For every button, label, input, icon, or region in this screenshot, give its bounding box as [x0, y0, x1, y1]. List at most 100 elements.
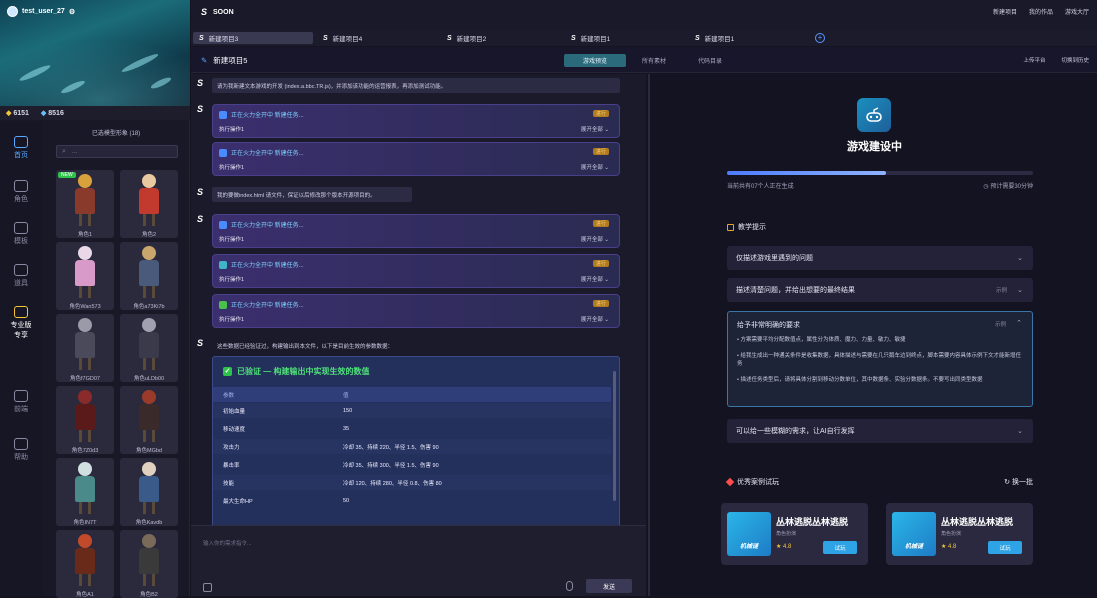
result-table: ✓ 已验证 — 构建输出中实现生效的数值 参数 值 初始血量 150 移动速度 35 攻… [212, 356, 620, 532]
new-badge: NEW [58, 172, 76, 178]
expand-link[interactable]: 展开全部 ⌄ [581, 125, 609, 133]
nav-item-props[interactable]: 道具 [0, 264, 42, 288]
tab-game-preview[interactable]: 游戏预览 [564, 54, 626, 67]
table-cell: 最大生命HP [223, 498, 253, 505]
task-card[interactable]: 正在火力全开中 新建任务... 进行 执行操作1 展开全部 ⌄ [212, 254, 620, 288]
my-works-link[interactable]: 我的作品 [1029, 7, 1053, 16]
frontend-icon [14, 390, 28, 402]
tab-project[interactable]: S 新建项目1 [689, 32, 809, 44]
tip-accordion[interactable]: 可以给一些模糊的需求，让AI自行发挥 ⌄ [727, 419, 1033, 443]
character-head [78, 534, 92, 548]
character-card[interactable] [56, 386, 114, 454]
panel-divider[interactable] [648, 74, 650, 596]
feather-decoration [149, 75, 173, 91]
table-cell: 35 [343, 425, 350, 432]
profile-banner: test_user_27 ⚙ [0, 0, 190, 106]
character-head [142, 174, 156, 188]
tab-project[interactable]: S 新建项目3 [193, 32, 313, 44]
nav-item-home[interactable]: 首页 [0, 136, 42, 160]
tip-accordion-open[interactable]: 给予非常明确的要求 示例 ⌃ • 方案需要平均分配数值点，属性分为体质、魔力、力… [727, 311, 1033, 407]
tab-project[interactable]: S 新建项目2 [441, 32, 561, 44]
nav-item-template[interactable]: 模板 [0, 222, 42, 246]
upload-button[interactable]: 上传平台 [1023, 56, 1045, 64]
table-row: 移动速度 35 [213, 421, 611, 436]
new-project-link[interactable]: 新建项目 [993, 7, 1017, 16]
character-card[interactable] [120, 458, 178, 526]
character-card[interactable] [120, 242, 178, 310]
tab-project[interactable]: S 新建项目4 [317, 32, 437, 44]
task-card[interactable]: 正在火力全开中 新建任务... 进行 执行操作1 展开全部 ⌄ [212, 214, 620, 248]
chevron-down-icon: ⌄ [1017, 255, 1023, 262]
character-card[interactable] [56, 242, 114, 310]
expand-link[interactable]: 展开全部 ⌄ [581, 275, 609, 283]
attach-icon[interactable] [203, 583, 212, 592]
send-button[interactable]: 发送 [586, 579, 632, 593]
table-cell: 冷却 120、持续 280、半径 0.8、伤害 80 [343, 480, 442, 487]
table-row: 技能 冷却 120、持续 280、半径 0.8、伤害 80 [213, 475, 611, 490]
nav-item-frontend[interactable]: 前端 [0, 390, 42, 414]
gem-icon: ◆ [40, 110, 47, 117]
task-card[interactable]: 正在火力全开中 新建任务... 进行 执行操作1 展开全部 ⌄ [212, 294, 620, 328]
add-tab-button[interactable]: + [815, 33, 825, 43]
microphone-icon[interactable] [566, 581, 573, 591]
task-card[interactable]: 正在火力全开中 新建任务... 进行 执行操作1 展开全部 ⌄ [212, 142, 620, 176]
nav-item-help[interactable]: 帮助 [0, 438, 42, 462]
character-card[interactable] [56, 314, 114, 382]
chat-message: 这些数据已经验证过，构建输出到本文件，以下是目前生效的参数数据： [217, 343, 394, 350]
scrollbar[interactable] [613, 371, 616, 501]
project-name: 新建项目5 [213, 56, 248, 65]
character-head [142, 534, 156, 548]
tab-project[interactable]: S 新建项目1 [565, 32, 685, 44]
task-card[interactable]: 正在火力全开中 新建任务... 进行 执行操作1 展开全部 ⌄ [212, 104, 620, 138]
play-button[interactable]: 试玩 [988, 541, 1022, 554]
expand-link[interactable]: 展开全部 ⌄ [581, 315, 609, 323]
nav-item-character[interactable]: 角色 [0, 180, 42, 204]
example-label: 示例 [994, 322, 1006, 328]
expand-link[interactable]: 展开全部 ⌄ [581, 235, 609, 243]
settings-icon[interactable]: ⚙ [69, 8, 75, 16]
tab-all-assets[interactable]: 所有素材 [629, 54, 679, 67]
chat-input[interactable]: 输入你的需求指令... [203, 539, 252, 547]
task-tag: 进行 [592, 220, 609, 227]
character-head [78, 390, 92, 404]
tips-icon [727, 223, 734, 231]
game-hall-link[interactable]: 游戏大厅 [1065, 7, 1089, 16]
character-body [75, 476, 95, 502]
example-card[interactable]: 机械谜 丛林逃脱丛林逃脱 角色扮演 ★ 4.8 试玩 [721, 503, 868, 565]
character-card[interactable]: NEW [56, 170, 114, 238]
character-name: 角色IN7T [73, 520, 97, 526]
character-head [142, 462, 156, 476]
table-cell: 暴击率 [223, 462, 240, 469]
character-card[interactable] [56, 458, 114, 526]
character-name: 角色MGbd [136, 448, 162, 454]
task-title: 正在火力全开中 新建任务... [219, 300, 304, 309]
play-button[interactable]: 试玩 [823, 541, 857, 554]
character-card[interactable] [120, 530, 178, 598]
character-head [142, 390, 156, 404]
chat-message: 请为我新建文本游戏的开发 (index.a.bbc.TR.js)，并添加该功能的… [212, 78, 620, 93]
logo-icon: S [323, 34, 328, 42]
example-rating: ★ 4.8 [941, 544, 957, 550]
search-input[interactable]: ⌕ ... [56, 145, 178, 158]
table-row: 暴击率 冷却 35、持续 300、半径 1.5、伤害 90 [213, 457, 611, 472]
help-icon [14, 438, 28, 450]
character-card[interactable] [120, 386, 178, 454]
character-card[interactable] [56, 530, 114, 598]
character-name: 角色uLDb00 [133, 376, 165, 382]
assistant-icon: S [197, 338, 204, 348]
character-card[interactable] [120, 314, 178, 382]
tip-accordion[interactable]: 描述清楚问题，并给出想要的最终结果 示例 ⌄ [727, 278, 1033, 302]
table-row: 初始血量 150 [213, 403, 611, 418]
example-card[interactable]: 机械谜 丛林逃脱丛林逃脱 角色扮演 ★ 4.8 试玩 [886, 503, 1033, 565]
table-heading: ✓ 已验证 — 构建输出中实现生效的数值 [223, 367, 370, 376]
history-button[interactable]: 切换到历史 [1061, 56, 1089, 64]
tab-code-directory[interactable]: 代码目录 [685, 54, 735, 67]
character-legs [143, 502, 155, 514]
tip-accordion[interactable]: 仅描述游戏里遇到的问题 ⌄ [727, 246, 1033, 270]
character-card[interactable] [120, 170, 178, 238]
nav-item-pro[interactable]: 专业版 专享 [0, 306, 42, 340]
expand-link[interactable]: 展开全部 ⌄ [581, 163, 609, 171]
user-profile[interactable]: test_user_27 ⚙ [7, 6, 75, 17]
tip-label: 描述清楚问题，并给出想要的最终结果 [736, 287, 855, 294]
refresh-examples-button[interactable]: ↻ 换一批 [1004, 477, 1033, 487]
